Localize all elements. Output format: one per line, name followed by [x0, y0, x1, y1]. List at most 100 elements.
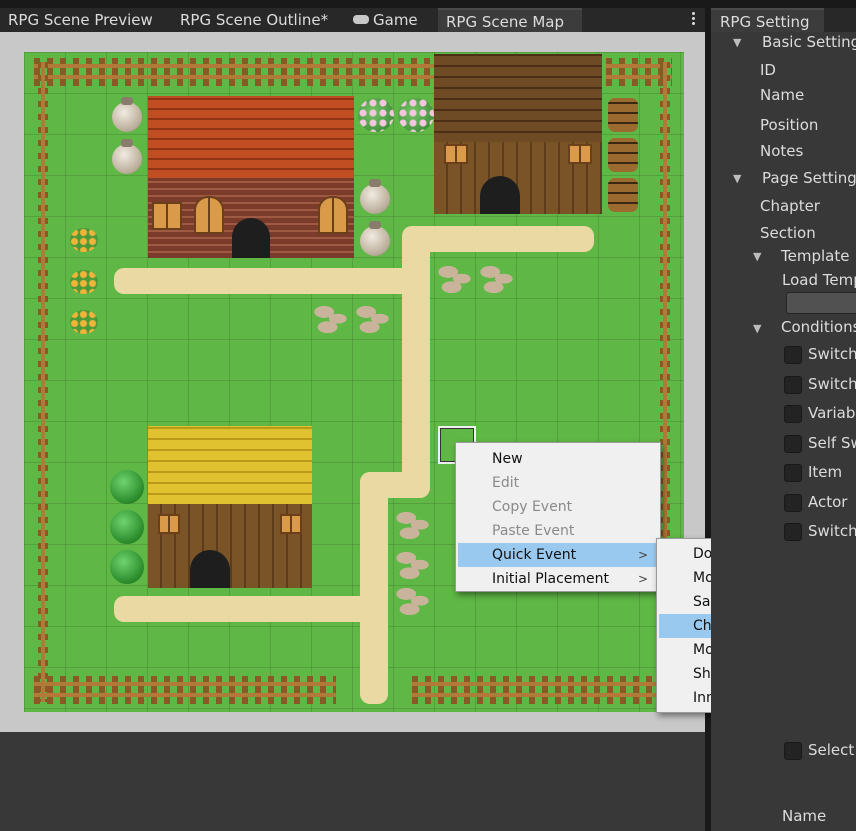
- condition-label: Actor: [808, 493, 848, 511]
- menu-item-initial-placement[interactable]: Initial Placement >: [458, 567, 658, 591]
- field-label-chapter: Chapter: [760, 197, 820, 215]
- flower-bush: [398, 98, 434, 132]
- house-window: [194, 196, 224, 234]
- section-conditions[interactable]: Conditions: [781, 318, 856, 336]
- tab-rpg-scene-map[interactable]: RPG Scene Map: [438, 8, 582, 32]
- menu-item-label: New: [492, 451, 523, 467]
- clay-pot: [112, 139, 142, 174]
- dirt-path: [360, 472, 388, 704]
- field-label-name: Name: [760, 86, 805, 104]
- house-window: [280, 514, 302, 534]
- green-bush: [110, 550, 144, 584]
- menu-item-label: Copy Event: [492, 499, 573, 515]
- house-window: [152, 202, 182, 230]
- inspector-panel: ▼ Basic Settings ID Name Position Notes …: [711, 32, 856, 831]
- field-label-load-template: Load Template: [782, 271, 856, 289]
- select-checkbox[interactable]: [784, 742, 802, 760]
- yellow-flowers: [70, 310, 98, 334]
- tab-label: Game: [373, 11, 418, 29]
- house-window: [158, 514, 180, 534]
- condition-label: Switch: [808, 345, 856, 363]
- field-label-section: Section: [760, 224, 816, 242]
- fence: [412, 676, 674, 704]
- menu-item-quick-event[interactable]: Quick Event >: [458, 543, 658, 567]
- condition-checkbox[interactable]: [784, 494, 802, 512]
- dirt-path: [404, 226, 594, 252]
- dirt-path: [114, 268, 414, 294]
- field-label-id: ID: [760, 61, 776, 79]
- more-options-icon[interactable]: [690, 10, 696, 30]
- stepping-stones: [396, 506, 430, 540]
- house-roof-red: [148, 96, 354, 178]
- scene-map-viewport[interactable]: [0, 32, 705, 732]
- stepping-stones: [314, 300, 348, 334]
- menu-item-label: Quick Event: [492, 547, 577, 563]
- field-label-notes: Notes: [760, 142, 804, 160]
- condition-checkbox[interactable]: [784, 523, 802, 541]
- tab-rpg-setting[interactable]: RPG Setting: [711, 8, 824, 32]
- yellow-flowers: [70, 228, 98, 252]
- condition-label: Item: [808, 463, 843, 481]
- tab-game[interactable]: Game: [345, 8, 426, 32]
- inspector-tab-bar: RPG Setting: [711, 8, 856, 32]
- field-label-name-bottom: Name: [782, 807, 827, 825]
- menu-item-copy-event: Copy Event: [458, 495, 658, 519]
- clay-pot: [360, 221, 390, 256]
- chevron-right-icon: >: [637, 572, 648, 586]
- condition-label: Self Switch: [808, 434, 856, 452]
- stepping-stones: [438, 260, 472, 294]
- stepping-stones: [480, 260, 514, 294]
- stepping-stones: [356, 300, 390, 334]
- menu-item-paste-event: Paste Event: [458, 519, 658, 543]
- section-template[interactable]: Template: [781, 247, 849, 265]
- foldout-arrow-icon[interactable]: ▼: [733, 172, 741, 185]
- barrel: [608, 178, 638, 212]
- load-template-dropdown[interactable]: [786, 292, 856, 314]
- clay-pot: [360, 179, 390, 214]
- tab-rpg-scene-outline[interactable]: RPG Scene Outline*: [172, 8, 336, 32]
- menu-item-label: Initial Placement: [492, 571, 610, 587]
- menu-item-label: Paste Event: [492, 523, 575, 539]
- gamepad-icon: [353, 15, 369, 24]
- house-window: [568, 144, 592, 164]
- house-door: [232, 218, 270, 258]
- editor-tab-bar: RPG Scene Preview RPG Scene Outline* Gam…: [0, 8, 705, 32]
- stepping-stones: [396, 582, 430, 616]
- fence: [34, 58, 436, 86]
- chevron-right-icon: >: [637, 548, 648, 562]
- green-bush: [110, 510, 144, 544]
- field-label-position: Position: [760, 116, 819, 134]
- section-page-settings[interactable]: Page Settings: [762, 169, 856, 187]
- foldout-arrow-icon[interactable]: ▼: [733, 36, 741, 49]
- menu-item-new[interactable]: New: [458, 447, 658, 471]
- lower-panel: [0, 732, 705, 831]
- stepping-stones: [396, 546, 430, 580]
- green-bush: [110, 470, 144, 504]
- map-canvas[interactable]: [24, 52, 684, 712]
- tab-label: RPG Setting: [720, 13, 810, 31]
- top-strip: [0, 0, 856, 8]
- barrel: [608, 138, 638, 172]
- section-basic-settings[interactable]: Basic Settings: [762, 33, 856, 51]
- house-window: [444, 144, 468, 164]
- house-window: [318, 196, 348, 234]
- dirt-path: [402, 226, 430, 496]
- condition-label: Switch: [808, 522, 856, 540]
- context-menu: New Edit Copy Event Paste Event Quick Ev…: [455, 442, 661, 592]
- condition-label: Switch: [808, 375, 856, 393]
- condition-checkbox[interactable]: [784, 435, 802, 453]
- yellow-flowers: [70, 270, 98, 294]
- barrel: [608, 98, 638, 132]
- dirt-path: [114, 596, 384, 622]
- field-label-select: Select: [808, 741, 855, 759]
- condition-checkbox[interactable]: [784, 405, 802, 423]
- tab-rpg-scene-preview[interactable]: RPG Scene Preview: [0, 8, 161, 32]
- condition-label: Variable: [808, 404, 856, 422]
- tab-label: RPG Scene Outline*: [180, 11, 329, 29]
- house-roof-wood: [434, 54, 602, 142]
- condition-checkbox[interactable]: [784, 376, 802, 394]
- foldout-arrow-icon[interactable]: ▼: [753, 322, 761, 335]
- foldout-arrow-icon[interactable]: ▼: [753, 250, 761, 263]
- condition-checkbox[interactable]: [784, 464, 802, 482]
- condition-checkbox[interactable]: [784, 346, 802, 364]
